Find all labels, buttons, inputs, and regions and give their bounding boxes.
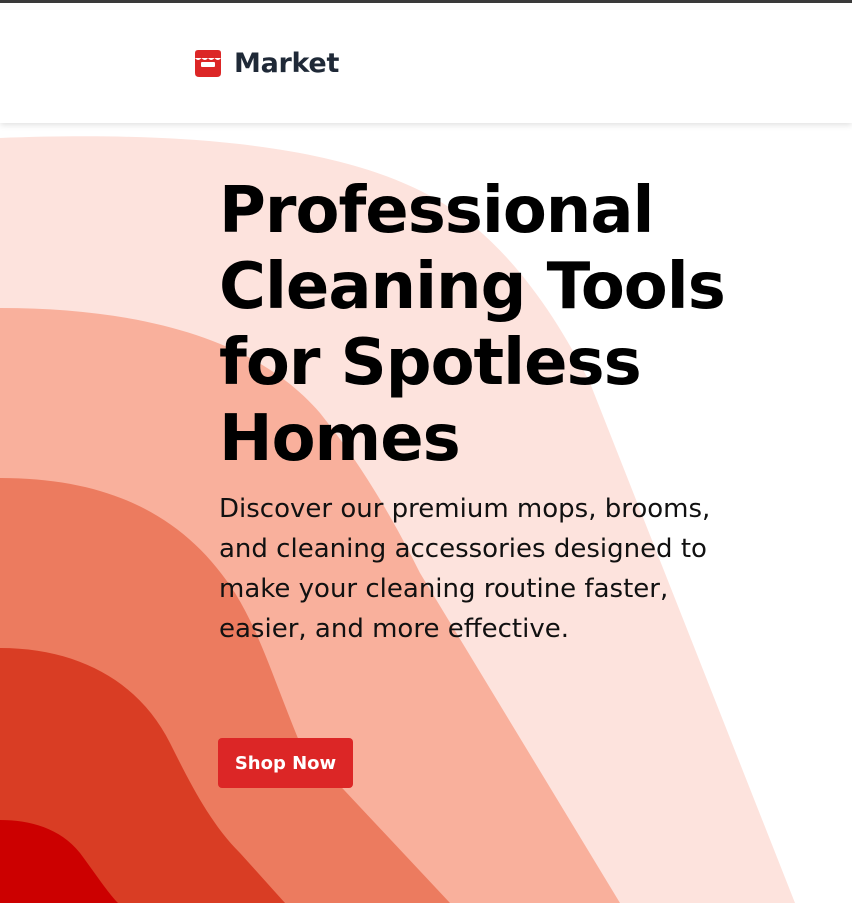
brand-name: Market bbox=[234, 47, 340, 79]
hero-title: Professional Cleaning Tools for Spotless… bbox=[219, 174, 726, 476]
page: Market Professional Cleaning Tools for S… bbox=[0, 0, 852, 903]
hero-section: Professional Cleaning Tools for Spotless… bbox=[0, 123, 852, 903]
shop-now-button[interactable]: Shop Now bbox=[218, 738, 353, 788]
hero-content: Professional Cleaning Tools for Spotless… bbox=[219, 173, 739, 649]
hero-description: Discover our premium mops, brooms, and c… bbox=[219, 494, 711, 644]
brand-logo-link[interactable]: Market bbox=[192, 47, 339, 79]
storefront-icon bbox=[195, 50, 221, 77]
top-border bbox=[0, 0, 852, 3]
site-header: Market bbox=[0, 3, 852, 123]
